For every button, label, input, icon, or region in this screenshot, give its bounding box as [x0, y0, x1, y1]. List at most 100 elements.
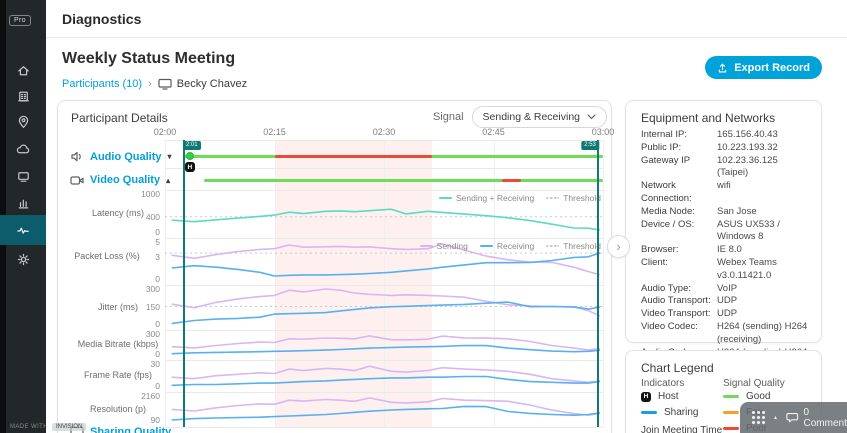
- video-camera-icon: [70, 175, 84, 186]
- gear-icon: [16, 252, 31, 267]
- breadcrumb-participants-link[interactable]: Participants (10): [62, 78, 142, 90]
- page-header-title: Diagnostics: [62, 11, 141, 27]
- breadcrumb: Participants (10) › Becky Chavez: [62, 78, 247, 90]
- fair-line-icon: [723, 411, 739, 414]
- equipment-row: Device / OS:ASUS UX533 / Windows 8: [641, 219, 811, 245]
- equipment-row: Network Connection:wifi: [641, 180, 811, 206]
- equipment-row-value: San Jose: [717, 206, 811, 219]
- sidebar-item-devices[interactable]: [0, 83, 46, 109]
- location-pin-icon: [16, 115, 31, 130]
- signal-filter: Signal Sending & Receiving: [433, 106, 607, 128]
- equipment-row-value: VoIP: [717, 283, 811, 296]
- pro-badge: Pro: [9, 15, 31, 26]
- signal-quality-header: Signal Quality: [723, 378, 785, 389]
- equipment-row: Video Transport:UDP: [641, 308, 811, 321]
- equipment-row: Client:Webex Teams v3.0.11421.0: [641, 257, 811, 283]
- building-icon: [16, 89, 31, 104]
- equipment-row-label: Video Transport:: [641, 308, 717, 321]
- sidebar-item-home[interactable]: [0, 57, 46, 83]
- sharing-quality-label: Sharing Quality: [90, 426, 171, 433]
- made-with-text: MADE WITH: [10, 424, 48, 430]
- equipment-row: Browser:IE 8.0: [641, 244, 811, 257]
- sidebar-item-analytics[interactable]: [0, 190, 46, 216]
- home-icon: [16, 63, 31, 78]
- equipment-row-value: wifi: [717, 180, 811, 206]
- equipment-row-label: Public IP:: [641, 142, 717, 155]
- caret-up-icon: ▴: [166, 176, 170, 185]
- chevron-right-icon: ›: [616, 239, 620, 254]
- made-with-watermark: MADE WITH INVISION: [10, 423, 86, 431]
- equipment-row-label: Device / OS:: [641, 219, 717, 245]
- breadcrumb-current: Becky Chavez: [158, 78, 247, 90]
- equipment-row-value: UDP: [717, 295, 811, 308]
- monitor-icon: [16, 169, 31, 184]
- equipment-row-value: 102.23.36.125 (Taipei): [717, 155, 811, 181]
- equipment-row-label: Client:: [641, 257, 717, 283]
- grid-menu-button[interactable]: [752, 411, 765, 424]
- equipment-row: Gateway IP102.23.36.125 (Taipei): [641, 155, 811, 181]
- signal-dropdown[interactable]: Sending & Receiving: [472, 106, 607, 128]
- equipment-row-value: UDP: [717, 308, 811, 321]
- indicators-header: Indicators: [641, 378, 684, 389]
- participant-details-title: Participant Details: [71, 111, 168, 125]
- comments-button[interactable]: 0 Comments: [786, 407, 847, 429]
- caret-up-icon: ▴: [774, 414, 777, 421]
- legend-sharing-item: Sharing: [641, 407, 698, 418]
- diagnostics-page: Pro Diagnostics Weekly Status Meeting: [0, 0, 847, 433]
- good-line-icon: [723, 395, 739, 398]
- breadcrumb-separator: ›: [148, 78, 152, 90]
- chart-legend-title: Chart Legend: [641, 361, 714, 375]
- caret-down-icon: ▾: [168, 152, 172, 161]
- video-quality-toggle[interactable]: Video Quality ▴: [70, 174, 170, 186]
- export-record-button[interactable]: Export Record: [705, 56, 822, 79]
- audio-quality-toggle[interactable]: Audio Quality ▾: [70, 150, 172, 163]
- sidebar-item-workspaces[interactable]: [0, 163, 46, 189]
- comments-count-label: 0 Comments: [804, 407, 847, 429]
- monitor-icon: [158, 78, 172, 90]
- signal-dropdown-value: Sending & Receiving: [483, 111, 580, 123]
- top-bar: Diagnostics: [46, 0, 847, 38]
- audio-quality-label: Audio Quality: [90, 151, 162, 163]
- cloud-icon: [15, 142, 31, 157]
- equipment-title: Equipment and Networks: [641, 111, 775, 125]
- export-record-label: Export Record: [734, 62, 810, 74]
- sharing-line-icon: [641, 411, 657, 414]
- sidebar-item-troubleshooting[interactable]: [0, 215, 46, 245]
- invision-logo: INVISION: [52, 423, 86, 431]
- legend-good-label: Good: [746, 391, 770, 402]
- equipment-row: Audio Type:VoIP: [641, 283, 811, 296]
- equipment-row-value: H264 (sending) H264 (receiving): [717, 321, 811, 347]
- equipment-row-label: Network Connection:: [641, 180, 717, 206]
- pulse-icon: [15, 223, 31, 238]
- sidebar-item-settings[interactable]: [0, 246, 46, 272]
- legend-join-label: Join Meeting Time: [641, 425, 722, 433]
- equipment-row-label: Media Node:: [641, 206, 717, 219]
- legend-host-label: Host: [658, 391, 679, 402]
- signal-label: Signal: [433, 111, 464, 123]
- equipment-row-label: Audio Transport:: [641, 295, 717, 308]
- sidebar: Pro: [0, 0, 46, 433]
- comment-bubble-icon: [786, 412, 799, 424]
- equipment-row: Video Codec:H264 (sending) H264 (receivi…: [641, 321, 811, 347]
- sidebar-item-cloud-services[interactable]: [0, 136, 46, 162]
- chevron-down-icon: [587, 114, 596, 120]
- speaker-icon: [70, 150, 84, 163]
- equipment-row: Public IP:10.223.193.32: [641, 142, 811, 155]
- equipment-row-label: Browser:: [641, 244, 717, 257]
- sidebar-item-places[interactable]: [0, 109, 46, 135]
- equipment-row-value: ASUS UX533 / Windows 8: [717, 219, 811, 245]
- poor-line-icon: [723, 427, 739, 430]
- equipment-row-label: Internal IP:: [641, 129, 717, 142]
- legend-sharing-label: Sharing: [664, 407, 698, 418]
- participant-name: Becky Chavez: [177, 78, 247, 90]
- equipment-row: Audio Transport:UDP: [641, 295, 811, 308]
- equipment-row-value: Webex Teams v3.0.11421.0: [717, 257, 811, 283]
- expand-panel-button[interactable]: ›: [607, 235, 630, 258]
- bar-chart-icon: [16, 196, 31, 211]
- equipment-row-label: Video Codec:: [641, 321, 717, 347]
- meeting-title: Weekly Status Meeting: [62, 50, 235, 68]
- equipment-row: Internal IP:165.156.40.43: [641, 129, 811, 142]
- equipment-row-value: 165.156.40.43: [717, 129, 811, 142]
- legend-host-item: H Host: [641, 391, 679, 402]
- legend-join-item: Join Meeting Time: [641, 425, 722, 433]
